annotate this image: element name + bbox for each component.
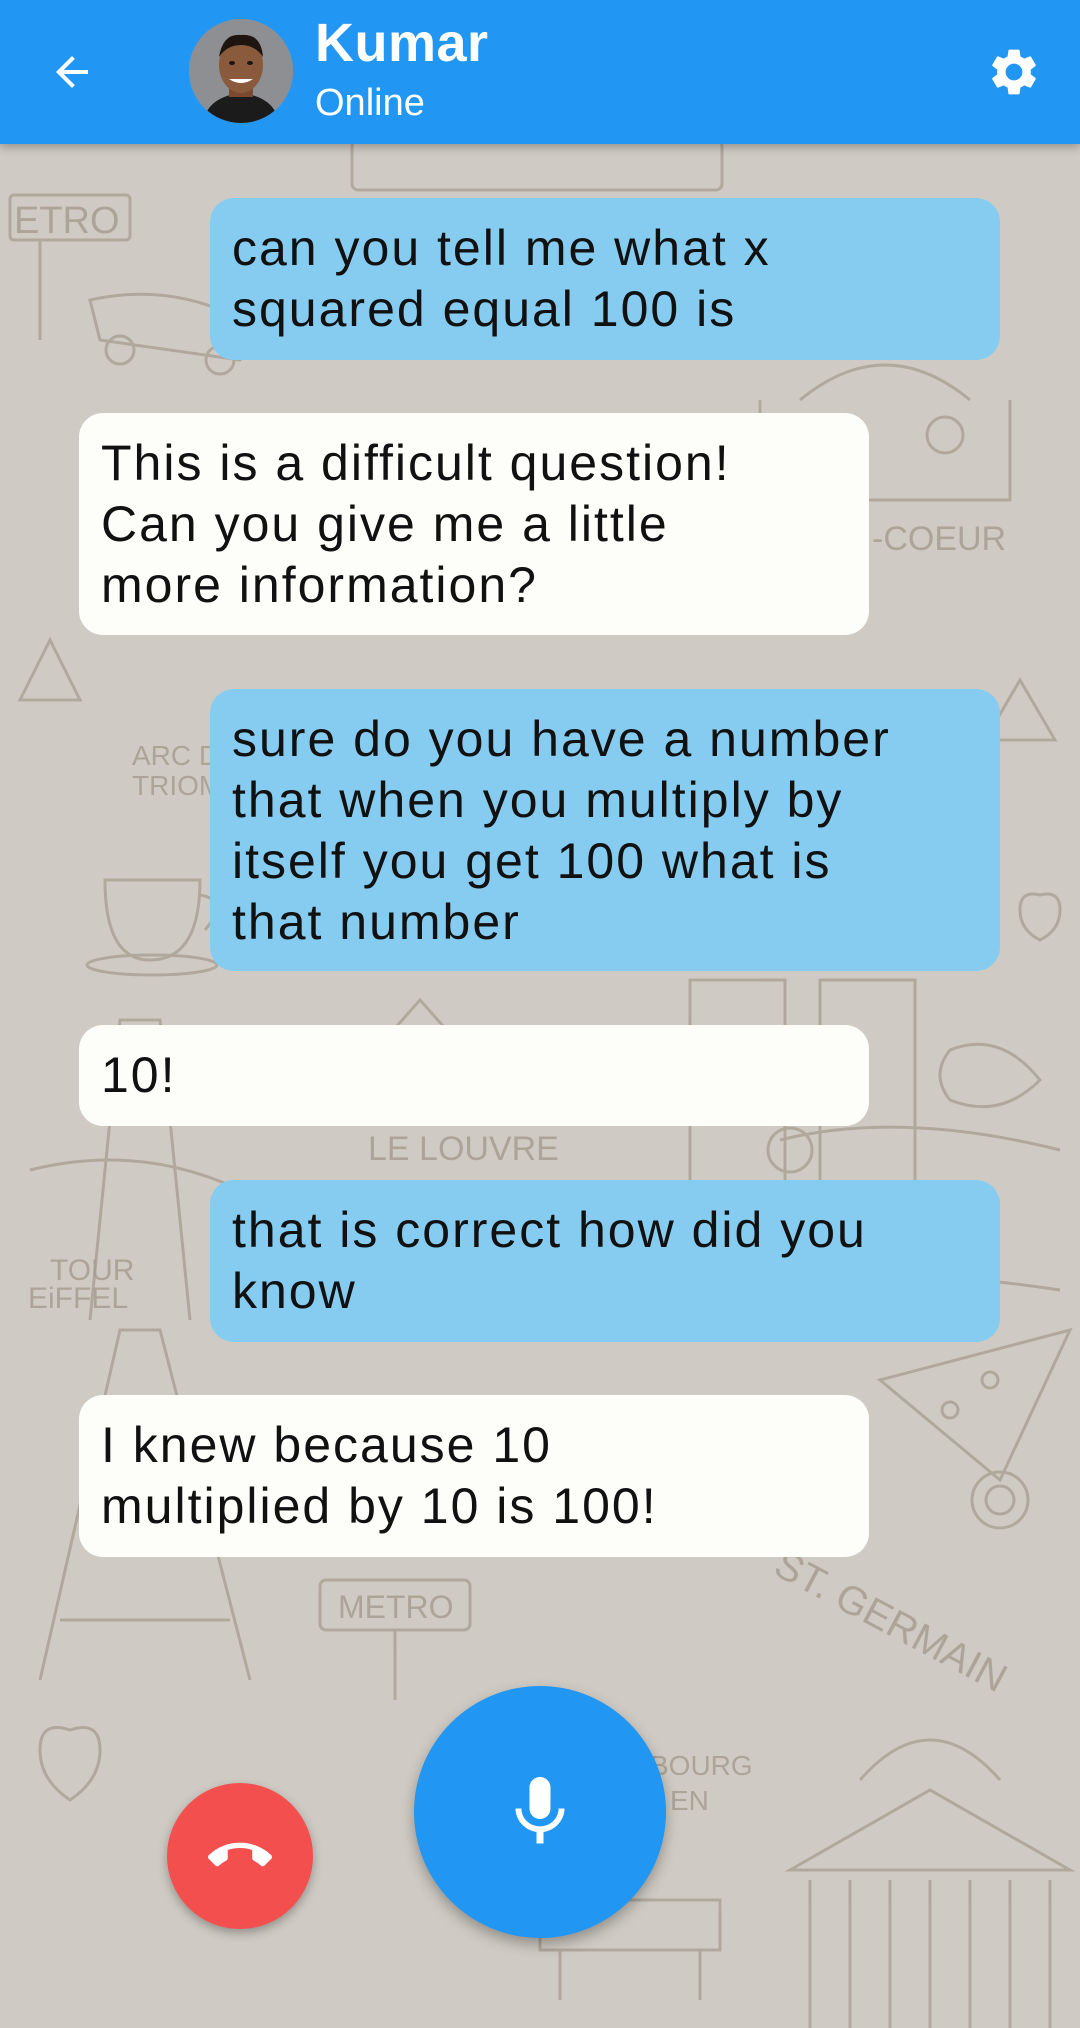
message-bubble-bot: 10! xyxy=(79,1025,869,1126)
wall-label-coeur: -COEUR xyxy=(872,520,1006,558)
message-bubble-user: sure do you have a number that when you … xyxy=(210,689,1000,971)
contact-name: Kumar xyxy=(315,13,489,73)
end-call-button[interactable] xyxy=(167,1783,313,1929)
message-bubble-user: can you tell me what x squared equal 100… xyxy=(210,198,1000,360)
message-bubble-bot: This is a difficult question! Can you gi… xyxy=(79,413,869,635)
phone-hangup-icon xyxy=(208,1842,272,1867)
arrow-back-icon xyxy=(56,56,88,88)
wall-label-metro-bottom: METRO xyxy=(338,1589,454,1625)
message-bubble-user: that is correct how did you know xyxy=(210,1180,1000,1342)
wall-label-metro-top: ETRO xyxy=(14,200,120,242)
app-bar: Kumar Online xyxy=(0,0,1080,144)
microphone-icon xyxy=(515,1777,565,1844)
wall-label-en: EN xyxy=(670,1785,709,1816)
wall-label-louvre: LE LOUVRE xyxy=(368,1130,559,1168)
back-button[interactable] xyxy=(40,40,104,104)
avatar-photo xyxy=(189,19,293,123)
message-bubble-bot: I knew because 10 multiplied by 10 is 10… xyxy=(79,1395,869,1557)
contact-status: Online xyxy=(315,82,425,124)
avatar[interactable] xyxy=(189,19,293,123)
wall-label-triomphe: TRIOM xyxy=(132,770,222,801)
gear-icon xyxy=(992,49,1036,95)
wall-label-eiffel: EiFFEL xyxy=(28,1282,128,1315)
wall-label-st-germain: ST. GERMAIN xyxy=(767,1542,1013,1701)
wall-label-arc: ARC D xyxy=(132,740,219,771)
microphone-button[interactable] xyxy=(414,1686,666,1938)
settings-button[interactable] xyxy=(982,40,1046,104)
wall-label-bourg: BOURG xyxy=(650,1750,753,1781)
